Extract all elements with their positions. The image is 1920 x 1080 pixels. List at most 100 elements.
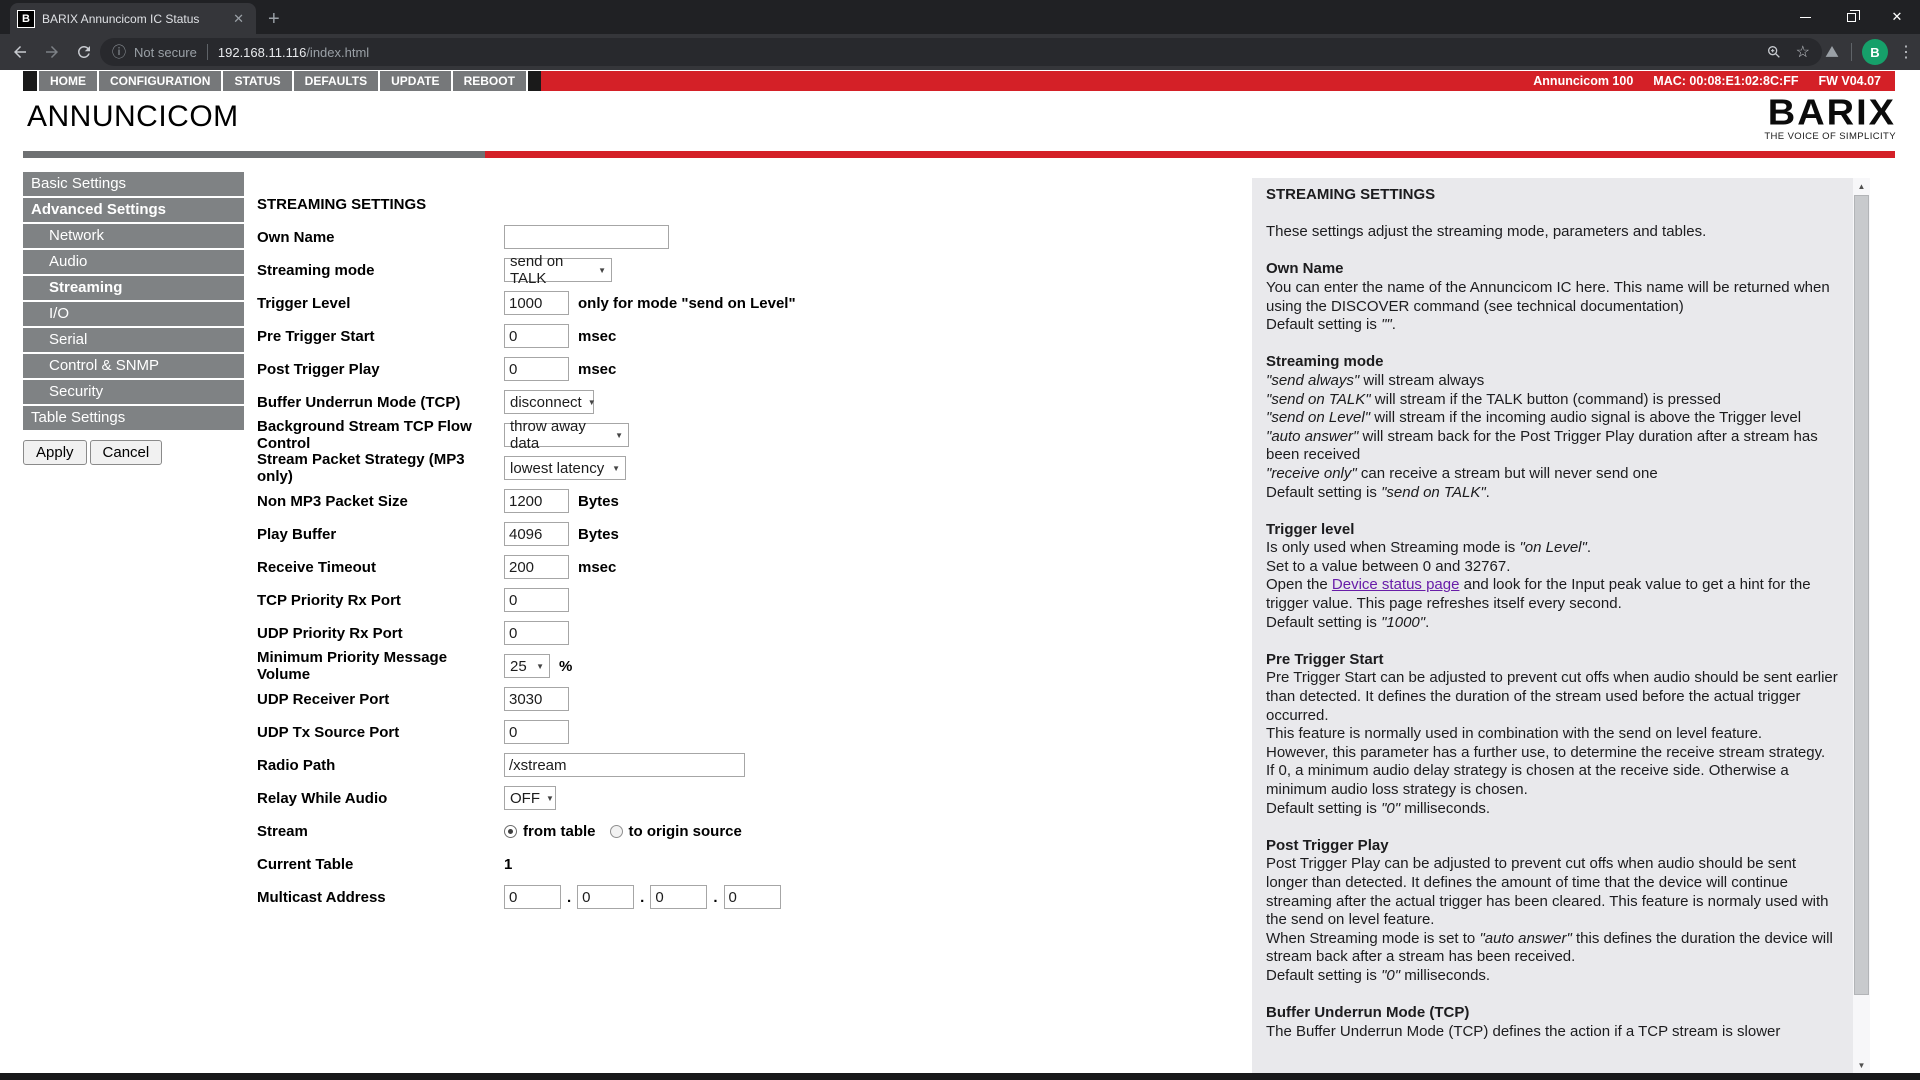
field-label: Buffer Underrun Mode (TCP) bbox=[257, 394, 504, 411]
radio-from-table[interactable] bbox=[504, 825, 517, 838]
form-row-buffer-underrun-mode-tcp: Buffer Underrun Mode (TCP)disconnect▼ bbox=[257, 390, 1217, 414]
multicast-address-octet-4[interactable] bbox=[724, 885, 781, 909]
post-trigger-play-input[interactable] bbox=[504, 357, 569, 381]
help-line: Open the Device status page and look for… bbox=[1266, 576, 1840, 613]
sidebar-item-network[interactable]: Network bbox=[23, 224, 244, 248]
nav-button-update[interactable]: UPDATE bbox=[380, 71, 450, 91]
url-path[interactable]: /index.html bbox=[306, 45, 369, 60]
bookmark-star-icon[interactable]: ☆ bbox=[1796, 42, 1810, 62]
help-section-heading: Pre Trigger Start bbox=[1266, 651, 1840, 670]
radio-to-origin-source[interactable] bbox=[610, 825, 623, 838]
sidebar-item-i-o[interactable]: I/O bbox=[23, 302, 244, 326]
multicast-address-octet-2[interactable] bbox=[577, 885, 634, 909]
address-bar[interactable]: ⓘ Not secure 192.168.11.116/index.html ☆ bbox=[100, 38, 1822, 66]
url-host[interactable]: 192.168.11.116 bbox=[218, 45, 306, 60]
scroll-down-icon[interactable]: ▼ bbox=[1853, 1057, 1870, 1073]
sidebar-item-advanced-settings[interactable]: Advanced Settings bbox=[23, 198, 244, 222]
sidebar-item-audio[interactable]: Audio bbox=[23, 250, 244, 274]
play-buffer-input[interactable] bbox=[504, 522, 569, 546]
barix-favicon-icon: B bbox=[18, 11, 34, 27]
field-suffix: only for mode "send on Level" bbox=[578, 295, 796, 312]
streaming-mode-select[interactable]: send on TALK▼ bbox=[504, 258, 612, 282]
minimum-priority-message-volume-select[interactable]: 25▼ bbox=[504, 654, 550, 678]
italic-text: "0" bbox=[1381, 800, 1400, 817]
browser-menu-icon[interactable]: ⋮ bbox=[1898, 42, 1914, 62]
sidebar-item-table-settings[interactable]: Table Settings bbox=[23, 406, 244, 430]
current-table-value: 1 bbox=[504, 856, 512, 873]
field-label: UDP Tx Source Port bbox=[257, 724, 504, 741]
buffer-underrun-mode-tcp-select[interactable]: disconnect▼ bbox=[504, 390, 594, 414]
form-row-trigger-level: Trigger Levelonly for mode "send on Leve… bbox=[257, 291, 1217, 315]
relay-while-audio-select[interactable]: OFF▼ bbox=[504, 786, 556, 810]
chevron-down-icon: ▼ bbox=[546, 794, 554, 803]
non-mp3-packet-size-input[interactable] bbox=[504, 489, 569, 513]
nav-button-reboot[interactable]: REBOOT bbox=[453, 71, 526, 91]
background-stream-tcp-flow-control-select[interactable]: throw away data▼ bbox=[504, 423, 629, 447]
zoom-icon[interactable] bbox=[1766, 44, 1782, 60]
streaming-settings-form: STREAMING SETTINGS Own NameStreaming mod… bbox=[257, 196, 1217, 918]
help-section-heading: Trigger level bbox=[1266, 521, 1840, 540]
device-firmware: FW V04.07 bbox=[1818, 74, 1881, 88]
nav-button-home[interactable]: HOME bbox=[39, 71, 97, 91]
form-row-own-name: Own Name bbox=[257, 225, 1217, 249]
forward-button[interactable] bbox=[40, 40, 64, 64]
form-row-minimum-priority-message-volume: Minimum Priority Message Volume25▼% bbox=[257, 654, 1217, 678]
extension-drive-icon[interactable] bbox=[1823, 43, 1841, 61]
cancel-button[interactable]: Cancel bbox=[90, 440, 163, 465]
radio-label-to-origin-source: to origin source bbox=[629, 823, 742, 840]
sidebar-item-control-snmp[interactable]: Control & SNMP bbox=[23, 354, 244, 378]
tcp-priority-rx-port-input[interactable] bbox=[504, 588, 569, 612]
back-button[interactable] bbox=[8, 40, 32, 64]
help-scrollbar[interactable]: ▲ ▼ bbox=[1853, 178, 1870, 1073]
help-line: This feature is normally used in combina… bbox=[1266, 725, 1840, 744]
divider-red-segment bbox=[485, 151, 1895, 158]
udp-tx-source-port-input[interactable] bbox=[504, 720, 569, 744]
divider-gray-segment bbox=[23, 151, 485, 158]
browser-tab[interactable]: B BARIX Annuncicom IC Status ✕ bbox=[10, 3, 256, 34]
omnibox-separator bbox=[207, 44, 208, 60]
field-label: Relay While Audio bbox=[257, 790, 504, 807]
device-status-page-link[interactable]: Device status page bbox=[1332, 576, 1460, 593]
pre-trigger-start-input[interactable] bbox=[504, 324, 569, 348]
new-tab-button[interactable]: + bbox=[268, 6, 280, 32]
help-title: STREAMING SETTINGS bbox=[1266, 186, 1840, 205]
nav-button-configuration[interactable]: CONFIGURATION bbox=[99, 71, 221, 91]
selected-option: lowest latency bbox=[510, 460, 604, 477]
italic-text: "1000" bbox=[1381, 614, 1425, 631]
radio-path-input[interactable] bbox=[504, 753, 745, 777]
form-row-pre-trigger-start: Pre Trigger Startmsec bbox=[257, 324, 1217, 348]
multicast-address-octet-1[interactable] bbox=[504, 885, 561, 909]
trigger-level-input[interactable] bbox=[504, 291, 569, 315]
sidebar-item-streaming[interactable]: Streaming bbox=[23, 276, 244, 300]
radio-label-from-table: from table bbox=[523, 823, 596, 840]
not-secure-label[interactable]: Not secure bbox=[134, 45, 197, 60]
stream-packet-strategy-mp3-only-select[interactable]: lowest latency▼ bbox=[504, 456, 626, 480]
own-name-input[interactable] bbox=[504, 225, 669, 249]
udp-receiver-port-input[interactable] bbox=[504, 687, 569, 711]
sidebar-item-serial[interactable]: Serial bbox=[23, 328, 244, 352]
tab-close-icon[interactable]: ✕ bbox=[229, 11, 248, 27]
window-minimize-button[interactable] bbox=[1782, 0, 1828, 34]
help-line: When Streaming mode is set to "auto answ… bbox=[1266, 930, 1840, 967]
sidebar-item-basic-settings[interactable]: Basic Settings bbox=[23, 172, 244, 196]
window-restore-button[interactable] bbox=[1828, 0, 1874, 34]
reload-button[interactable] bbox=[72, 40, 96, 64]
window-close-button[interactable]: ✕ bbox=[1874, 0, 1920, 34]
apply-button[interactable]: Apply bbox=[23, 440, 87, 465]
nav-button-defaults[interactable]: DEFAULTS bbox=[294, 71, 378, 91]
help-line: Default setting is "0" milliseconds. bbox=[1266, 800, 1840, 819]
scroll-up-icon[interactable]: ▲ bbox=[1853, 178, 1870, 194]
taskbar-edge bbox=[0, 1073, 1920, 1080]
field-label: UDP Receiver Port bbox=[257, 691, 504, 708]
receive-timeout-input[interactable] bbox=[504, 555, 569, 579]
italic-text: "" bbox=[1381, 316, 1392, 333]
nav-button-status[interactable]: STATUS bbox=[223, 71, 291, 91]
multicast-address-octet-3[interactable] bbox=[650, 885, 707, 909]
site-info-icon[interactable]: ⓘ bbox=[112, 42, 126, 62]
profile-avatar[interactable]: B bbox=[1862, 39, 1888, 65]
scrollbar-thumb[interactable] bbox=[1854, 195, 1869, 995]
sidebar-item-security[interactable]: Security bbox=[23, 380, 244, 404]
italic-text: "send always" bbox=[1266, 372, 1359, 389]
selected-option: 25 bbox=[510, 658, 527, 675]
udp-priority-rx-port-input[interactable] bbox=[504, 621, 569, 645]
